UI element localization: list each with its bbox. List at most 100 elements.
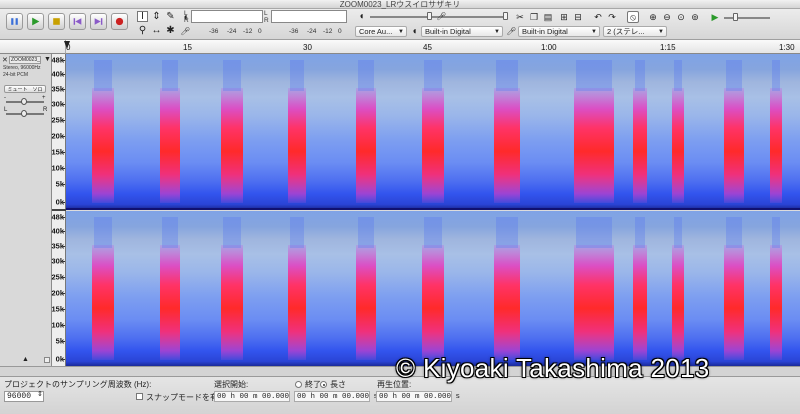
frequency-scale-bottom: 48k 40k 35k 30k 25k 20k 15k 10k 5k 0k xyxy=(51,211,66,366)
trim-icon[interactable]: ⊞ xyxy=(558,11,570,23)
call-burst-harmonic xyxy=(496,60,518,92)
selection-tool-icon[interactable]: I xyxy=(137,11,148,22)
mic-meter-icon[interactable]: 🎤︎ xyxy=(180,26,191,37)
envelope-tool-icon[interactable]: ⇕ xyxy=(151,11,162,22)
redo-icon[interactable]: ↷ xyxy=(606,11,618,23)
frequency-scale-top: 48k 40k 35k 30k 25k 20k 15k 10k 5k 0k xyxy=(51,54,66,209)
call-burst-harmonic xyxy=(674,60,682,92)
audio-host-dropdown[interactable]: Core Au... ▼ xyxy=(355,26,407,37)
output-device-dropdown[interactable]: Built-in Digital ▼ xyxy=(421,26,503,37)
undo-icon[interactable]: ↶ xyxy=(592,11,604,23)
track-control-panel: ✕ ZOOM0023_LR? ▼ Stereo, 96000Hz 24-bit … xyxy=(0,54,52,366)
speaker-icon: ◖ xyxy=(411,26,418,37)
pan-thumb[interactable] xyxy=(21,110,27,117)
output-volume-thumb[interactable] xyxy=(427,12,432,20)
sync-lock-icon[interactable]: ⦸ xyxy=(627,11,639,23)
play-at-speed-icon[interactable]: ▶ xyxy=(709,11,721,23)
call-burst xyxy=(672,245,684,360)
zoom-out-icon[interactable]: ⊖ xyxy=(661,11,673,23)
play-button[interactable] xyxy=(27,13,44,30)
selection-start-field[interactable]: 00 h 00 m 00.000 s xyxy=(214,391,298,402)
spectrogram-channel-right[interactable] xyxy=(66,211,800,366)
meter-l-label: L xyxy=(184,10,188,17)
paste-icon[interactable]: ▤ xyxy=(542,11,554,23)
close-track-icon[interactable]: ✕ xyxy=(2,56,8,64)
meter2-scale-row: -36 -24 -12 0 xyxy=(289,28,342,35)
timeshift-tool-icon[interactable]: ↔ xyxy=(151,25,162,36)
output-meter[interactable] xyxy=(191,10,263,23)
frequency-tick xyxy=(63,89,65,90)
mic-icon: 🎤︎ xyxy=(506,27,517,36)
call-burst xyxy=(770,88,782,203)
spectrogram-bursts xyxy=(66,54,800,209)
gain-thumb[interactable] xyxy=(21,98,27,105)
fit-project-icon[interactable]: ⊚ xyxy=(689,11,701,23)
zoom-in-icon[interactable]: ⊕ xyxy=(647,11,659,23)
stop-button[interactable] xyxy=(48,13,65,30)
call-burst xyxy=(633,245,647,360)
selection-end-field[interactable]: 00 h 00 m 00.000 s xyxy=(294,391,378,402)
ruler-tick: 1:15 xyxy=(660,43,676,52)
play-speed-slider[interactable] xyxy=(724,17,770,19)
collapse-track-icon[interactable]: ▲ xyxy=(22,356,29,363)
record-button[interactable] xyxy=(111,13,128,30)
call-burst-harmonic xyxy=(223,60,241,92)
call-burst xyxy=(574,88,614,203)
input-device-dropdown[interactable]: Built-in Digital ▼ xyxy=(518,26,600,37)
frequency-tick xyxy=(63,60,65,61)
record-icon xyxy=(115,17,124,26)
call-burst-harmonic xyxy=(94,217,112,249)
call-burst xyxy=(724,88,744,203)
spectrogram-channel-left[interactable] xyxy=(66,54,800,209)
snap-checkbox[interactable] xyxy=(136,393,143,400)
frequency-tick xyxy=(63,309,65,310)
meter2-r-label: R xyxy=(264,17,269,24)
track-resize-handle[interactable] xyxy=(44,357,50,363)
multi-tool-icon[interactable]: ✱ xyxy=(165,25,176,36)
length-radio[interactable] xyxy=(320,381,327,388)
call-burst xyxy=(356,245,376,360)
audio-position-field[interactable]: 00 h 00 m 00.000 s xyxy=(376,391,460,402)
cut-icon[interactable]: ✂ xyxy=(514,11,526,23)
track-name-button[interactable]: ZOOM0023_LR? xyxy=(9,56,41,64)
track-menu-arrow-icon[interactable]: ▼ xyxy=(44,56,51,63)
copy-icon[interactable]: ❐ xyxy=(528,11,540,23)
zoom-tool-icon[interactable]: ⚲ xyxy=(137,25,148,36)
solo-button[interactable]: ソロ xyxy=(32,86,42,93)
playhead-marker[interactable] xyxy=(64,41,70,49)
skip-to-start-button[interactable] xyxy=(69,13,86,30)
call-burst xyxy=(422,88,444,203)
timeline-ruler[interactable]: 0 15 30 45 1:00 1:15 1:30 xyxy=(66,40,800,54)
call-burst-harmonic xyxy=(424,217,442,249)
frequency-tick xyxy=(63,261,65,262)
fit-selection-icon[interactable]: ⊙ xyxy=(675,11,687,23)
input-volume-slider[interactable] xyxy=(450,16,508,18)
call-burst xyxy=(288,245,306,360)
spectrogram-bursts xyxy=(66,211,800,366)
pause-button[interactable] xyxy=(6,13,23,30)
mute-button[interactable]: ミュート xyxy=(7,86,27,93)
play-speed-thumb[interactable] xyxy=(733,13,738,21)
input-meter[interactable] xyxy=(271,10,347,23)
meter-scale-row: -36 -24 -12 0 xyxy=(209,28,262,35)
meter2-l-label: L xyxy=(264,10,268,17)
draw-tool-icon[interactable]: ✎ xyxy=(165,11,176,22)
call-burst-harmonic xyxy=(424,60,442,92)
call-burst-harmonic xyxy=(162,217,178,249)
skip-to-end-button[interactable] xyxy=(90,13,107,30)
track-info-rate: Stereo, 96000Hz xyxy=(3,65,41,71)
call-burst xyxy=(92,245,114,360)
frequency-tick xyxy=(63,359,65,360)
ruler-tick: 1:00 xyxy=(541,43,557,52)
call-burst xyxy=(356,88,376,203)
call-burst-harmonic xyxy=(772,217,780,249)
silence-icon[interactable]: ⊟ xyxy=(572,11,584,23)
frequency-tick xyxy=(63,152,65,153)
call-burst xyxy=(724,245,744,360)
rate-dropdown-icon[interactable]: ⇕ xyxy=(37,390,43,398)
input-channels-dropdown[interactable]: 2 (ステレ... ▼ xyxy=(603,26,667,37)
frequency-tick xyxy=(63,217,65,218)
end-radio[interactable] xyxy=(295,381,302,388)
call-burst-harmonic xyxy=(290,217,304,249)
input-volume-thumb[interactable] xyxy=(503,12,508,20)
